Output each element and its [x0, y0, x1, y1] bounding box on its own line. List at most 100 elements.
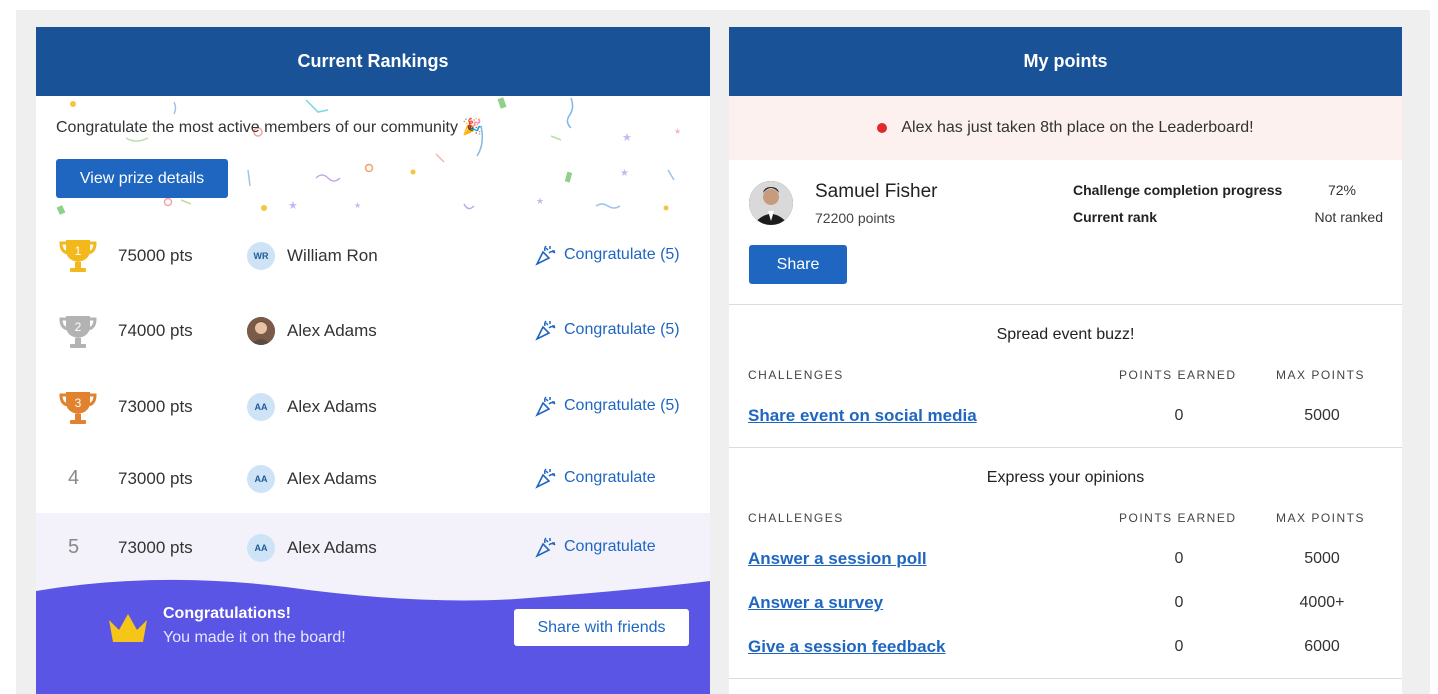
party-popper-icon	[535, 468, 556, 489]
member-name: Alex Adams	[287, 321, 377, 340]
divider	[729, 678, 1402, 679]
member-points: 73000 pts	[118, 397, 193, 416]
column-header-points-earned: POINTS EARNED	[1119, 511, 1237, 525]
congratulate-label: Congratulate (5)	[564, 397, 680, 414]
avatar-initials: AA	[254, 543, 268, 553]
avatar: AA	[247, 465, 275, 493]
share-with-friends-button[interactable]: Share with friends	[514, 609, 689, 646]
points-earned: 0	[1174, 594, 1184, 611]
challenge-link[interactable]: Answer a survey	[748, 593, 883, 613]
challenge-link[interactable]: Answer a session poll	[748, 549, 927, 569]
divider	[729, 447, 1402, 448]
rank-number: 4	[68, 467, 80, 489]
column-header-points-earned: POINTS EARNED	[1119, 368, 1237, 382]
points-earned: 0	[1174, 407, 1184, 424]
member-points: 73000 pts	[118, 469, 193, 488]
rankings-intro: Congratulate the most active members of …	[56, 117, 482, 137]
rank-value: Not ranked	[1314, 209, 1383, 225]
party-popper-icon	[535, 245, 556, 266]
current-rankings-card: Current Rankings ★ ★ ★ ★ ★ ★ Congratulat	[36, 27, 710, 694]
congratulate-label: Congratulate (5)	[564, 321, 680, 338]
gold-trophy-icon: 1	[56, 234, 100, 278]
congratulate-link[interactable]: Congratulate (5)	[534, 395, 680, 417]
congratulate-link[interactable]: Congratulate	[534, 536, 656, 558]
congratulate-label: Congratulate (5)	[564, 246, 680, 263]
bronze-trophy-icon: 3	[56, 386, 100, 430]
avatar-initials: AA	[254, 474, 268, 484]
max-points: 5000	[1304, 550, 1340, 567]
column-header-challenges: CHALLENGES	[748, 511, 844, 525]
member-name: Alex Adams	[287, 469, 377, 488]
banner-title: Congratulations!	[163, 605, 291, 622]
rank-label: Current rank	[1073, 209, 1158, 225]
ranking-row: 1 75000 pts WR William Ron Congratulate …	[36, 221, 710, 291]
avatar: WR	[247, 242, 275, 270]
avatar	[247, 317, 275, 345]
congratulate-link[interactable]: Congratulate	[534, 467, 656, 489]
member-name: Alex Adams	[287, 397, 377, 416]
congratulate-label: Congratulate	[564, 469, 656, 486]
column-header-max-points: MAX POINTS	[1276, 511, 1366, 525]
progress-value: 72%	[1327, 182, 1356, 198]
share-button[interactable]: Share	[749, 245, 847, 284]
member-points: 73000 pts	[118, 538, 193, 557]
column-header-challenges: CHALLENGES	[748, 368, 844, 382]
max-points: 6000	[1304, 638, 1340, 655]
rank-number: 5	[68, 536, 80, 558]
max-points: 5000	[1304, 407, 1340, 424]
avatar-initials: AA	[254, 402, 268, 412]
avatar-initials: WR	[253, 251, 269, 261]
points-earned: 0	[1174, 550, 1184, 567]
svg-text:★: ★	[354, 201, 361, 210]
svg-text:★: ★	[536, 196, 544, 206]
column-header-max-points: MAX POINTS	[1276, 368, 1366, 382]
my-points-header: My points	[729, 27, 1402, 96]
party-popper-icon	[535, 320, 556, 341]
challenge-link[interactable]: Give a session feedback	[748, 637, 946, 657]
congratulate-link[interactable]: Congratulate (5)	[534, 244, 680, 266]
congratulate-link[interactable]: Congratulate (5)	[534, 319, 680, 341]
profile-points: 72200 points	[815, 210, 896, 226]
divider	[729, 304, 1402, 305]
progress-label: Challenge completion progress	[1073, 182, 1283, 198]
banner-subtitle: You made it on the board!	[163, 629, 346, 646]
member-name: Alex Adams	[287, 538, 377, 557]
ranking-row: 2 74000 pts Alex Adams Congratulate (5)	[36, 297, 710, 367]
challenge-link[interactable]: Share event on social media	[748, 406, 977, 426]
member-points: 75000 pts	[118, 246, 193, 265]
leaderboard-notice: Alex has just taken 8th place on the Lea…	[729, 96, 1402, 160]
member-points: 74000 pts	[118, 321, 193, 340]
crown-icon	[106, 610, 150, 651]
ranking-row: 3 73000 pts AA Alex Adams Congratulate (…	[36, 373, 710, 443]
points-earned: 0	[1174, 638, 1184, 655]
silver-trophy-icon: 2	[56, 310, 100, 354]
notice-text: Alex has just taken 8th place on the Lea…	[901, 119, 1254, 136]
svg-text:★: ★	[620, 168, 629, 179]
alert-dot-icon	[877, 123, 888, 133]
section-title: Express your opinions	[986, 469, 1145, 486]
profile-name: Samuel Fisher	[815, 181, 938, 202]
rankings-intro-text: Congratulate the most active members of …	[56, 119, 458, 136]
svg-text:3: 3	[75, 396, 82, 410]
profile-avatar	[749, 181, 793, 225]
my-points-card: My points Alex has just taken 8th place …	[729, 27, 1402, 694]
rankings-header: Current Rankings	[36, 27, 710, 96]
party-popper-emoji: 🎉	[462, 119, 483, 136]
avatar: AA	[247, 393, 275, 421]
party-popper-icon	[535, 396, 556, 417]
svg-text:★: ★	[622, 132, 632, 144]
congratulate-label: Congratulate	[564, 538, 656, 555]
svg-text:★: ★	[288, 200, 298, 212]
my-points-title: My points	[1023, 51, 1108, 71]
max-points: 4000+	[1299, 594, 1345, 611]
member-name: William Ron	[287, 246, 378, 265]
svg-text:2: 2	[75, 320, 82, 334]
avatar: AA	[247, 534, 275, 562]
svg-text:1: 1	[75, 244, 82, 258]
ranking-row: 4 73000 pts AA Alex Adams Congratulate	[36, 445, 710, 515]
svg-text:★: ★	[674, 127, 681, 136]
party-popper-icon	[535, 537, 556, 558]
rankings-title: Current Rankings	[297, 51, 449, 71]
section-title: Spread event buzz!	[996, 326, 1135, 343]
view-prize-details-button[interactable]: View prize details	[56, 159, 228, 198]
